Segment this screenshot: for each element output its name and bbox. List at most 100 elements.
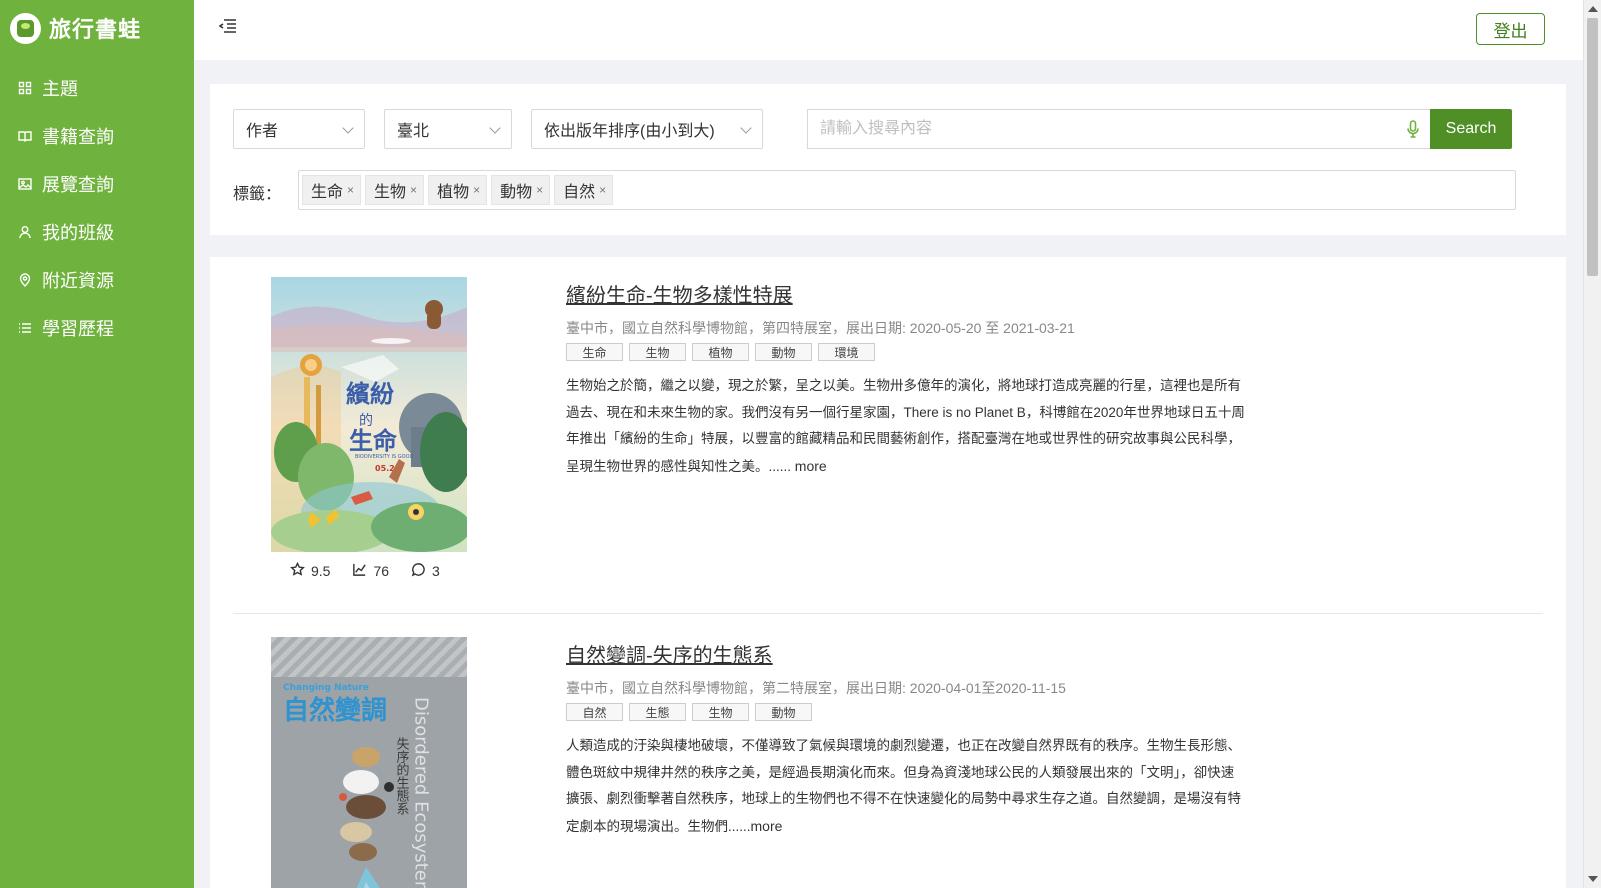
more-link[interactable]: more [795,458,827,474]
tag-chip[interactable]: 生態 [629,703,686,721]
exhibition-poster-image[interactable]: Changing Nature 自然變調 失序的生態系 Disordered E… [271,637,467,888]
svg-text:Disordered Ecosystems: Disordered Ecosystems [411,697,432,888]
search-field-select[interactable]: 作者 [233,109,365,149]
description-text: 生物始之於簡，繼之以變，現之於繁，呈之以美。生物卅多億年的演化，將地球打造成亮麗… [566,378,1245,474]
grid-icon [18,81,32,95]
close-icon[interactable]: × [347,183,354,197]
scroll-thumb[interactable] [1587,18,1598,276]
tag-chip: 自然 × [554,175,614,205]
results-list: 繽紛 的 生命 BIODIVERSITY IS GOOD 05.20 9.5 7… [210,257,1566,888]
city-select[interactable]: 臺北 [384,109,512,149]
chevron-down-icon [342,122,354,134]
top-header: 登出 [194,0,1583,60]
exhibition-stats: 9.5 76 3 [290,561,440,580]
tag-chip: 生物 × [365,175,425,205]
search-input[interactable] [807,109,1430,149]
sidebar-item-label: 我的班級 [42,223,114,243]
close-icon[interactable]: × [410,183,417,197]
tag-chip[interactable]: 自然 [566,703,623,721]
rating-value: 9.5 [311,563,331,579]
comments-value: 3 [432,563,440,579]
close-icon[interactable]: × [599,183,606,197]
tag-chip[interactable]: 動物 [755,703,812,721]
book-icon [18,129,32,143]
svg-text:自然變調: 自然變調 [283,695,387,726]
list-icon [18,321,32,335]
svg-text:繽紛: 繽紛 [346,379,394,408]
brand[interactable]: 旅行書蛙 [0,0,194,56]
exhibition-description: 生物始之於簡，繼之以變，現之於繁，呈之以美。生物卅多億年的演化，將地球打造成亮麗… [566,373,1246,480]
sidebar-item-label: 書籍查詢 [42,127,114,147]
line-chart-icon [352,562,367,580]
exhibition-poster-image[interactable]: 繽紛 的 生命 BIODIVERSITY IS GOOD 05.20 [271,277,467,552]
microphone-icon[interactable] [1406,120,1420,138]
search-button[interactable]: Search [1430,109,1512,149]
tag-chip[interactable]: 環境 [818,343,875,361]
chevron-down-icon [489,122,501,134]
star-icon [290,561,305,580]
description-text: 人類造成的汙染與棲地破壞，不僅導致了氣候與環境的劇烈變遷，也正在改變自然界既有的… [566,738,1241,834]
sidebar-nav: 主題 書籍查詢 展覽查詢 我的班級 附近資源 學習歷程 [0,64,194,352]
list-item: 繽紛 的 生命 BIODIVERSITY IS GOOD 05.20 9.5 7… [210,257,1566,615]
sidebar-item-nearby[interactable]: 附近資源 [0,256,194,304]
tag-chip[interactable]: 生命 [566,343,623,361]
tag-chip[interactable]: 生物 [629,343,686,361]
frog-logo-icon [10,12,41,44]
search-field-value: 作者 [246,123,279,140]
sidebar-item-label: 附近資源 [42,271,114,291]
tags-label: 標籤： [233,186,282,203]
menu-fold-icon[interactable] [218,17,238,35]
close-icon[interactable]: × [536,183,543,197]
sidebar-item-topics[interactable]: 主題 [0,64,194,112]
svg-text:失序的生態系: 失序的生態系 [394,737,410,815]
chevron-down-icon [740,122,752,134]
tag-chip: 生命 × [302,175,362,205]
app-name: 旅行書蛙 [49,17,142,42]
exhibition-title[interactable]: 自然變調-失序的生態系 [566,639,773,668]
tag-text: 植物 [437,184,470,201]
exhibition-tags: 生命 生物 植物 動物 環境 [566,343,875,361]
exhibition-title[interactable]: 繽紛生命-生物多樣性特展 [566,279,793,308]
scroll-up-arrow-icon[interactable] [1588,6,1598,12]
tag-chip: 植物 × [428,175,488,205]
page-scrollbar[interactable] [1583,0,1601,888]
tag-chip[interactable]: 動物 [755,343,812,361]
list-item: Changing Nature 自然變調 失序的生態系 Disordered E… [210,617,1566,888]
picture-icon [18,177,32,191]
sort-value: 依出版年排序(由小到大) [544,123,715,140]
sort-select[interactable]: 依出版年排序(由小到大) [531,109,763,149]
sidebar-item-my-class[interactable]: 我的班級 [0,208,194,256]
views-value: 76 [373,563,390,579]
divider [233,613,1543,614]
exhibition-meta: 臺中市，國立自然科學博物館，第四特展室，展出日期: 2020-05-20 至 2… [566,320,1075,336]
sidebar-item-learning-history[interactable]: 學習歷程 [0,304,194,352]
tag-text: 生命 [311,184,344,201]
scroll-down-arrow-icon[interactable] [1588,876,1598,882]
tag-chip[interactable]: 生物 [692,703,749,721]
search-panel: 作者 臺北 依出版年排序(由小到大) Search 標籤： 生命× 生物× 植物… [210,84,1566,235]
svg-text:生命: 生命 [349,426,398,455]
sidebar-item-books[interactable]: 書籍查詢 [0,112,194,160]
sidebar-item-exhibitions[interactable]: 展覽查詢 [0,160,194,208]
tag-chip: 動物 × [491,175,551,205]
city-value: 臺北 [397,123,430,140]
tag-chip[interactable]: 植物 [692,343,749,361]
close-icon[interactable]: × [473,183,480,197]
tag-text: 動物 [500,184,533,201]
comment-icon [411,562,426,580]
sidebar: 旅行書蛙 主題 書籍查詢 展覽查詢 我的班級 附近資源 學習歷程 [0,0,194,888]
tags-input[interactable]: 生命 × 生物 × 植物 × 動物 × 自然 × [298,170,1516,210]
user-icon [18,225,32,239]
exhibition-description: 人類造成的汙染與棲地破壞，不僅導致了氣候與環境的劇烈變遷，也正在改變自然界既有的… [566,733,1246,840]
svg-text:Changing Nature: Changing Nature [283,683,369,693]
svg-text:BIODIVERSITY IS GOOD: BIODIVERSITY IS GOOD [355,454,414,460]
location-pin-icon [18,273,32,287]
sidebar-item-label: 主題 [42,79,78,99]
logout-button[interactable]: 登出 [1476,13,1545,45]
sidebar-item-label: 展覽查詢 [42,175,114,195]
more-link[interactable]: more [751,818,783,834]
sidebar-item-label: 學習歷程 [42,319,114,339]
exhibition-meta: 臺中市，國立自然科學博物館，第二特展室，展出日期: 2020-04-01至202… [566,680,1066,696]
tag-text: 自然 [563,184,596,201]
tag-text: 生物 [374,184,407,201]
